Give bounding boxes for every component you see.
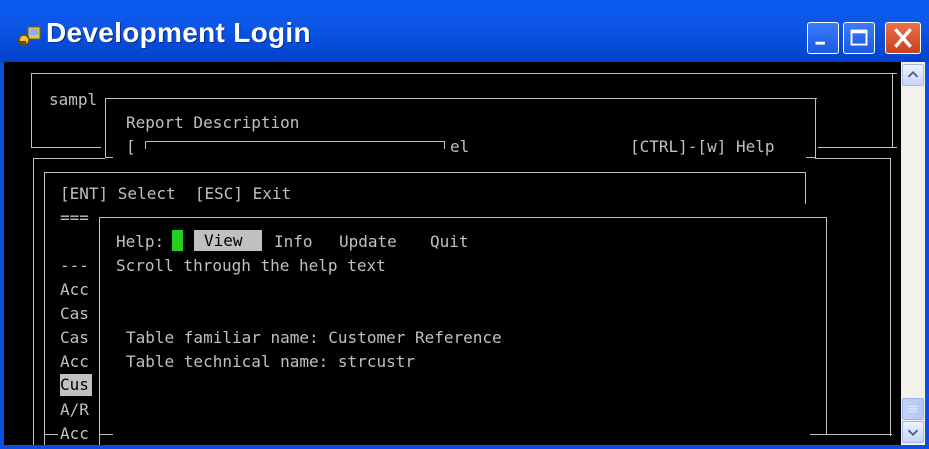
ctrl-help-hint: [CTRL]-[w] Help — [630, 137, 775, 156]
list-item[interactable]: Acc — [60, 352, 89, 372]
scroll-up-button[interactable] — [902, 64, 924, 86]
equals-marker: === — [60, 208, 89, 227]
field-input-line[interactable] — [145, 141, 445, 142]
field-suffix: el — [450, 137, 470, 156]
arrow-down-icon — [907, 429, 919, 437]
vertical-scrollbar[interactable] — [901, 62, 925, 445]
grip-icon — [908, 405, 918, 413]
list-item[interactable]: Cas — [60, 304, 89, 324]
list-item-selected[interactable]: Cus — [60, 374, 92, 396]
field-bracket-open: [ — [126, 137, 136, 156]
menu-item-info[interactable]: Info — [274, 232, 313, 252]
menu-item-update[interactable]: Update — [339, 232, 397, 252]
scroll-thumb[interactable] — [902, 398, 924, 420]
terminal-window: Development Login sampl Report Descripti… — [0, 0, 929, 449]
table-technical-name: Table technical name: strcustr — [126, 352, 415, 371]
close-button[interactable] — [885, 22, 921, 54]
menu-item-view[interactable]: View — [194, 230, 262, 251]
list-item[interactable]: Cas — [60, 328, 89, 348]
maximize-button[interactable] — [843, 22, 875, 54]
terminal-screen[interactable]: sampl Report Description [ el [CTRL]-[w]… — [4, 62, 901, 445]
close-icon — [894, 28, 912, 48]
dash-marker: --- — [60, 256, 89, 275]
outer-label: sampl — [49, 90, 98, 109]
text-cursor — [172, 230, 183, 251]
arrow-up-icon — [907, 70, 919, 78]
list-item[interactable]: Acc — [60, 424, 89, 444]
list-item[interactable]: Acc — [60, 280, 89, 300]
list-item[interactable]: A/R — [60, 400, 89, 420]
window-frame-right — [925, 62, 929, 449]
report-description-label: Report Description — [126, 113, 300, 132]
minimize-button[interactable] — [807, 22, 839, 54]
window-title: Development Login — [46, 17, 311, 48]
key-icon — [18, 26, 41, 46]
title-bar[interactable]: Development Login — [0, 0, 929, 62]
help-description: Scroll through the help text — [116, 256, 386, 275]
help-label: Help: — [116, 232, 165, 251]
minimize-icon — [815, 41, 825, 45]
scroll-down-button[interactable] — [902, 421, 924, 443]
window-frame-bottom — [0, 445, 929, 449]
maximize-icon — [850, 29, 868, 46]
table-familiar-name: Table familiar name: Customer Reference — [126, 328, 502, 347]
select-exit-hint: [ENT] Select [ESC] Exit — [60, 184, 292, 203]
menu-item-quit[interactable]: Quit — [430, 232, 469, 252]
